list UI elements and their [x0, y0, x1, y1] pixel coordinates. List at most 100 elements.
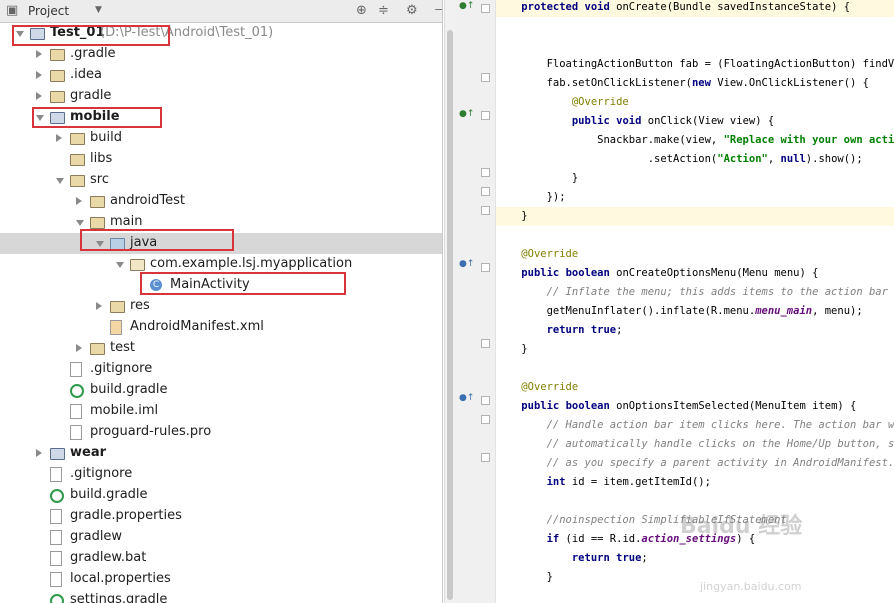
collapse-arrow-icon[interactable]: [36, 50, 42, 58]
fold-icon[interactable]: [481, 206, 490, 215]
code-line[interactable]: @Override: [496, 245, 894, 264]
collapse-arrow-icon[interactable]: [56, 134, 62, 142]
override-marker-icon[interactable]: ●↑: [459, 1, 474, 11]
code-line[interactable]: getMenuInflater().inflate(R.menu.menu_ma…: [496, 302, 894, 321]
expand-arrow-icon[interactable]: [116, 262, 124, 268]
code-line[interactable]: }: [496, 568, 894, 587]
code-line[interactable]: @Override: [496, 378, 894, 397]
tree-node-test[interactable]: test: [0, 338, 442, 359]
tree-node-build[interactable]: build: [0, 128, 442, 149]
tree-node-settings-gradle[interactable]: settings.gradle: [0, 590, 442, 603]
tree-node-label: com.example.lsj.myapplication: [150, 256, 353, 271]
file-icon: [50, 572, 62, 587]
tree-node-label: proguard-rules.pro: [90, 424, 212, 439]
tree-node-label: .idea: [70, 67, 102, 82]
tree-node-label: main: [110, 214, 143, 229]
file-icon: [70, 404, 82, 419]
tree-node-build-gradle[interactable]: build.gradle: [0, 485, 442, 506]
file-icon: [50, 467, 62, 482]
chevron-down-icon[interactable]: ▼: [95, 5, 102, 15]
tree-node-src[interactable]: src: [0, 170, 442, 191]
tree-node-wear[interactable]: wear: [0, 443, 442, 464]
override-marker-icon[interactable]: ●↑: [459, 393, 474, 403]
tree-node-label: local.properties: [70, 571, 171, 586]
collapse-icon[interactable]: ≑: [378, 3, 389, 18]
code-line[interactable]: });: [496, 188, 894, 207]
code-line[interactable]: public boolean onCreateOptionsMenu(Menu …: [496, 264, 894, 283]
tree-node-androidtest[interactable]: androidTest: [0, 191, 442, 212]
fold-icon[interactable]: [481, 415, 490, 424]
collapse-arrow-icon[interactable]: [76, 344, 82, 352]
collapse-arrow-icon[interactable]: [36, 449, 42, 457]
fold-icon[interactable]: [481, 396, 490, 405]
tree-node-label: build: [90, 130, 122, 145]
override-marker-icon[interactable]: ●↑: [459, 259, 474, 269]
tree-node-libs[interactable]: libs: [0, 149, 442, 170]
expand-arrow-icon[interactable]: [76, 220, 84, 226]
fold-icon[interactable]: [481, 453, 490, 462]
collapse-arrow-icon[interactable]: [36, 71, 42, 79]
tree-node-gradle[interactable]: gradle: [0, 86, 442, 107]
tree-node-res[interactable]: res: [0, 296, 442, 317]
view-selector[interactable]: Project: [28, 4, 69, 18]
tree-node-idea[interactable]: .idea: [0, 65, 442, 86]
tree-node-label: .gitignore: [70, 466, 133, 481]
override-marker-icon[interactable]: ●↑: [459, 109, 474, 119]
fold-icon[interactable]: [481, 168, 490, 177]
tree-node-gitignore[interactable]: .gitignore: [0, 464, 442, 485]
gear-icon[interactable]: ⚙: [406, 3, 418, 18]
code-line[interactable]: Snackbar.make(view, "Replace with your o…: [496, 131, 894, 150]
tree-node-label: src: [90, 172, 109, 187]
editor-gutter: ●↑ ●↑ ●↑ ●↑: [455, 0, 496, 603]
collapse-arrow-icon[interactable]: [36, 92, 42, 100]
collapse-arrow-icon[interactable]: [96, 302, 102, 310]
code-line[interactable]: }: [496, 207, 894, 226]
tree-node-build-gradle[interactable]: build.gradle: [0, 380, 442, 401]
code-line[interactable]: public boolean onOptionsItemSelected(Men…: [496, 397, 894, 416]
folder-icon: [50, 70, 65, 82]
tree-node-gradlew-bat[interactable]: gradlew.bat: [0, 548, 442, 569]
code-line[interactable]: fab.setOnClickListener(new View.OnClickL…: [496, 74, 894, 93]
code-line[interactable]: int id = item.getItemId();: [496, 473, 894, 492]
code-line[interactable]: @Override: [496, 93, 894, 112]
folder-icon: [70, 154, 85, 166]
tree-node-label: build.gradle: [90, 382, 168, 397]
expand-arrow-icon[interactable]: [56, 178, 64, 184]
code-line[interactable]: return true;: [496, 321, 894, 340]
code-line[interactable]: FloatingActionButton fab = (FloatingActi…: [496, 55, 894, 74]
code-line[interactable]: public void onClick(View view) {: [496, 112, 894, 131]
project-scrollbar[interactable]: [444, 0, 455, 603]
code-line[interactable]: [496, 226, 894, 245]
fold-icon[interactable]: [481, 73, 490, 82]
scroll-thumb[interactable]: [447, 30, 453, 600]
tree-node-gradlew[interactable]: gradlew: [0, 527, 442, 548]
module-icon: [50, 448, 65, 460]
code-line[interactable]: protected void onCreate(Bundle savedInst…: [496, 0, 894, 17]
tree-node-gitignore[interactable]: .gitignore: [0, 359, 442, 380]
fold-icon[interactable]: [481, 4, 490, 13]
code-line[interactable]: [496, 359, 894, 378]
fold-icon[interactable]: [481, 111, 490, 120]
code-line[interactable]: [496, 36, 894, 55]
sync-icon[interactable]: ⊕: [356, 3, 367, 18]
tree-node-mobile-iml[interactable]: mobile.iml: [0, 401, 442, 422]
code-line[interactable]: // Inflate the menu; this adds items to …: [496, 283, 894, 302]
fold-icon[interactable]: [481, 339, 490, 348]
fold-icon[interactable]: [481, 187, 490, 196]
tree-node-local-properties[interactable]: local.properties: [0, 569, 442, 590]
code-line[interactable]: }: [496, 169, 894, 188]
code-line[interactable]: // as you specify a parent activity in A…: [496, 454, 894, 473]
code-line[interactable]: // Handle action bar item clicks here. T…: [496, 416, 894, 435]
collapse-arrow-icon[interactable]: [76, 197, 82, 205]
hide-panel-icon[interactable]: ⊣: [434, 3, 442, 18]
code-line[interactable]: // automatically handle clicks on the Ho…: [496, 435, 894, 454]
tree-node-gradle-properties[interactable]: gradle.properties: [0, 506, 442, 527]
tree-node-manifest[interactable]: AndroidManifest.xml: [0, 317, 442, 338]
code-line[interactable]: .setAction("Action", null).show();: [496, 150, 894, 169]
code-line[interactable]: }: [496, 340, 894, 359]
tree-node-gradle-dir[interactable]: .gradle: [0, 44, 442, 65]
code-line[interactable]: return true;: [496, 549, 894, 568]
project-panel: ▣ Project ▼ ⊕ ≑ ⚙ ⊣ Test_01(D:\P-Test\An…: [0, 0, 443, 603]
fold-icon[interactable]: [481, 263, 490, 272]
tree-node-proguard[interactable]: proguard-rules.pro: [0, 422, 442, 443]
